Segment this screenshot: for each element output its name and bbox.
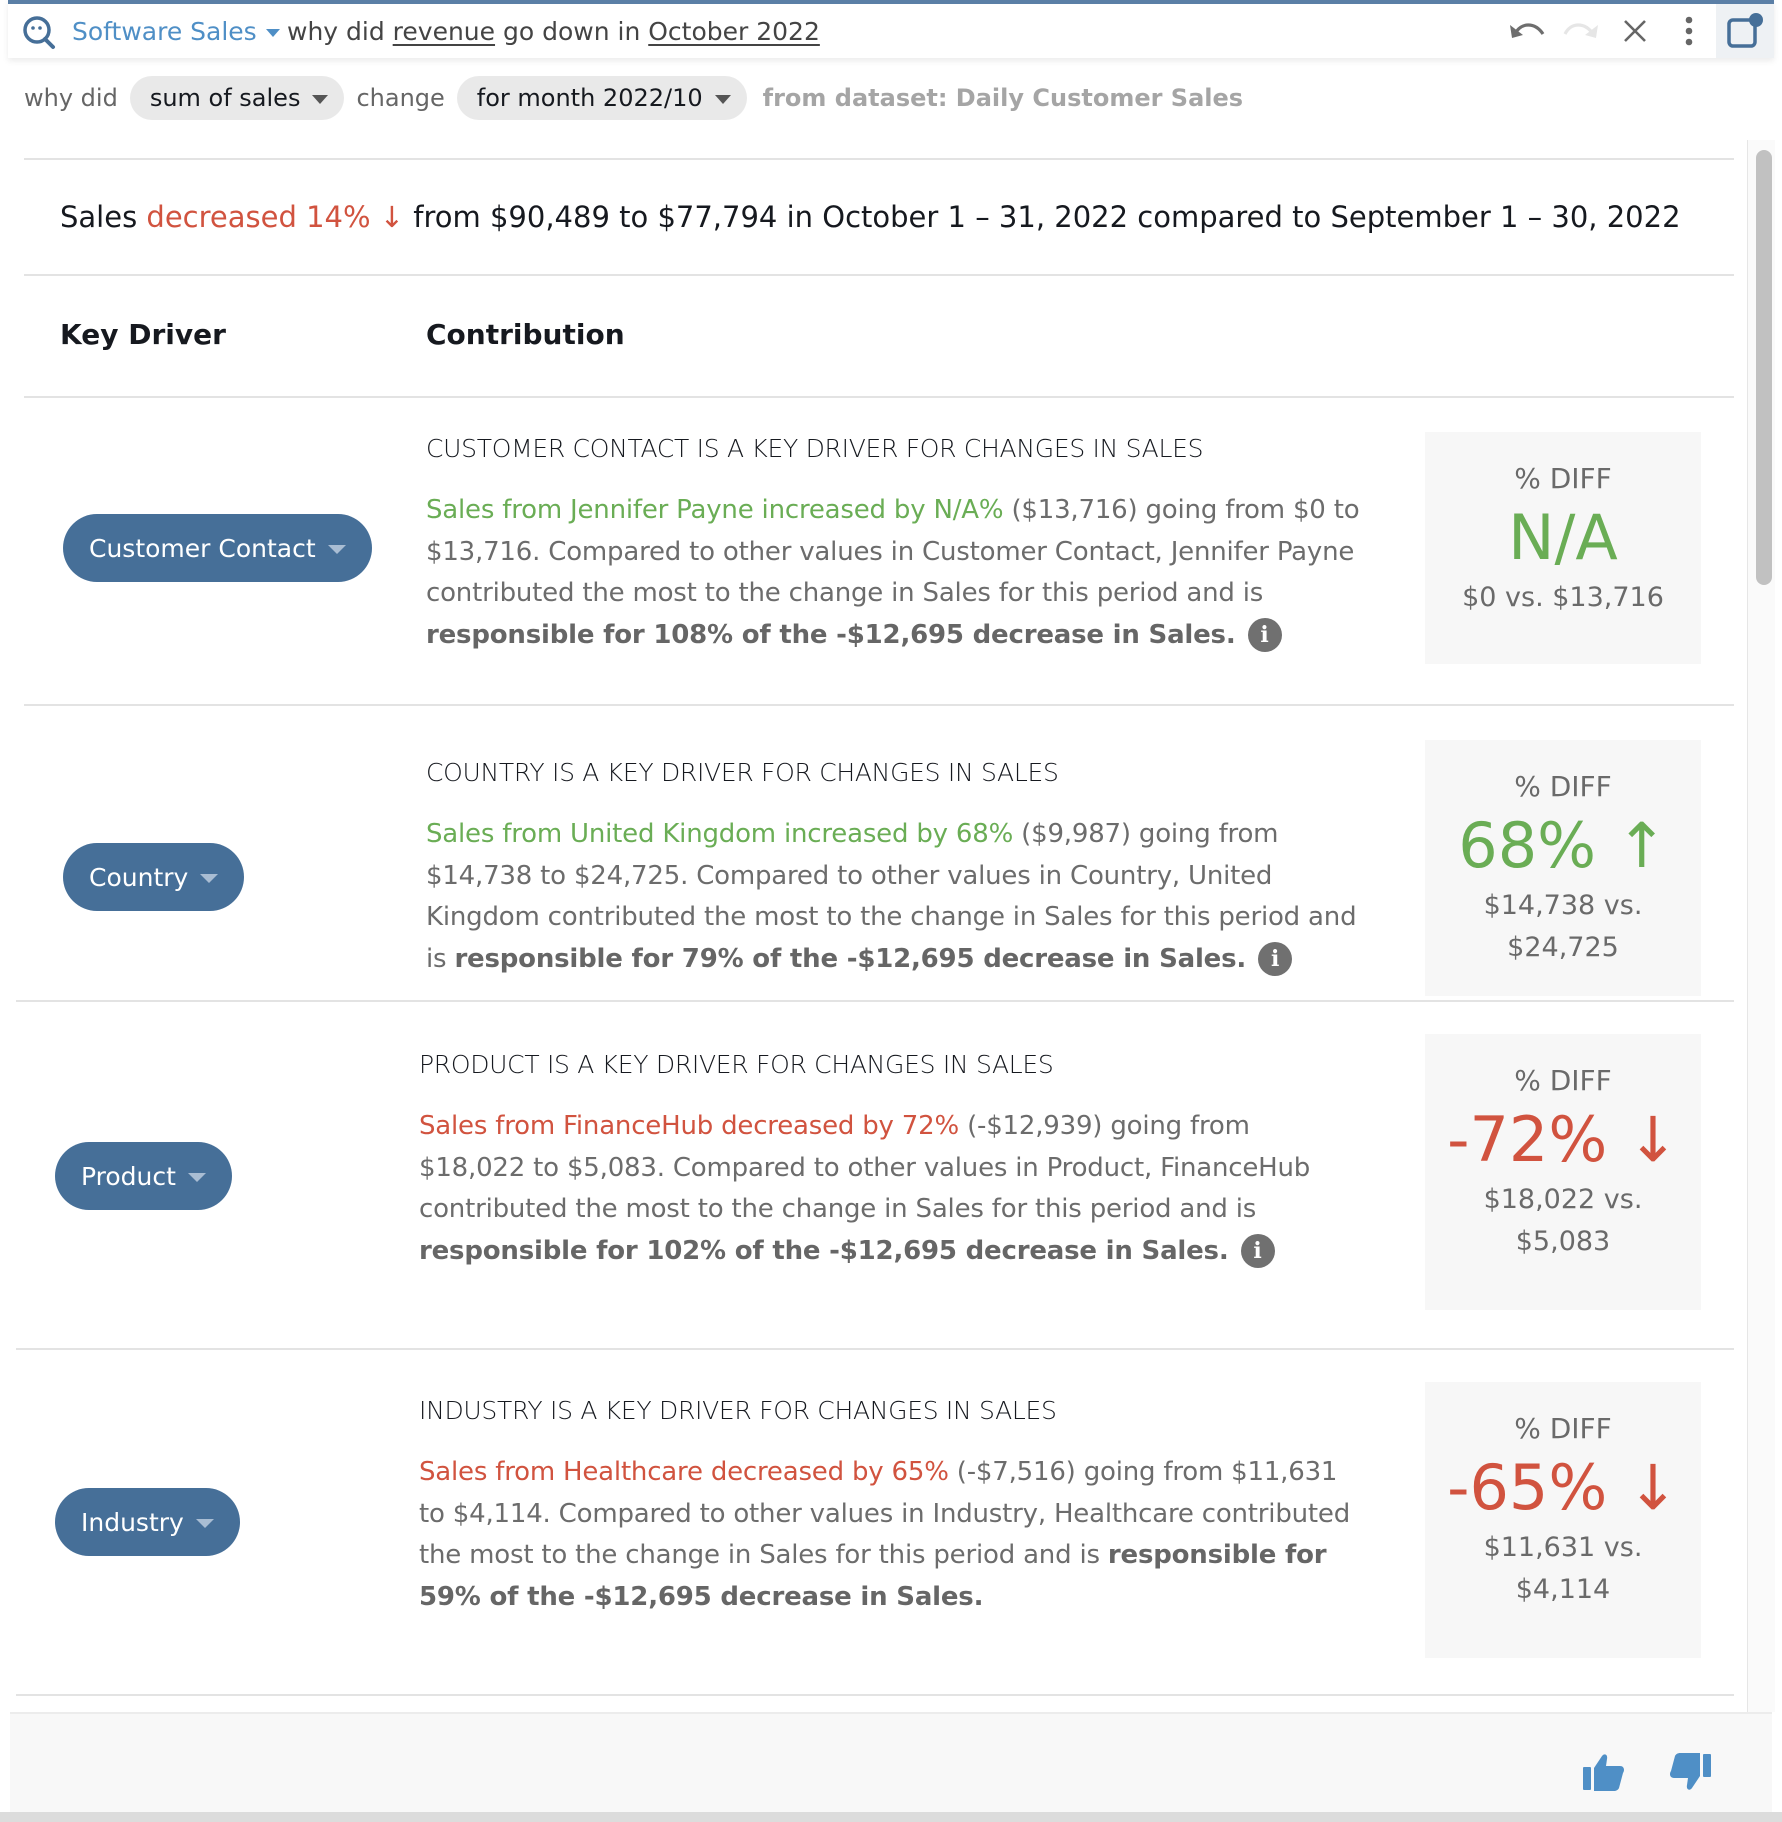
feedback-footer — [10, 1712, 1772, 1812]
diff-card: % DIFF N/A $0 vs. $13,716 — [1425, 432, 1701, 664]
redo-icon — [1563, 23, 1598, 38]
filter-prefix: why did — [24, 84, 118, 112]
diff-value: -72% ↓ — [1447, 1103, 1679, 1176]
divider — [16, 1694, 1734, 1696]
thumbs-down-icon — [1670, 1753, 1711, 1790]
driver-title: CUSTOMER CONTACT IS A KEY DRIVER FOR CHA… — [426, 434, 1204, 463]
question-term-revenue[interactable]: revenue — [393, 17, 495, 46]
period-value: for month 2022/10 — [476, 84, 703, 112]
driver-description: Sales from Healthcare decreased by 65% (… — [419, 1452, 1354, 1618]
summary-sentence: Sales decreased 14% ↓ from $90,489 to $7… — [60, 200, 1681, 234]
diff-value: -65% ↓ — [1447, 1451, 1679, 1524]
driver-highlight: Sales from Healthcare decreased by 65% — [419, 1457, 949, 1487]
driver-pill-customer-contact[interactable]: Customer Contact — [63, 514, 372, 582]
summary-change: decreased 14% ↓ — [146, 200, 405, 234]
thumbs-up-button[interactable] — [1582, 1752, 1626, 1796]
question-text: go down in — [495, 17, 649, 46]
driver-pill-label: Industry — [81, 1507, 184, 1537]
close-button[interactable] — [1608, 4, 1662, 58]
driver-pill-label: Country — [89, 862, 189, 892]
chevron-down-icon — [187, 1173, 206, 1182]
window-bottom-edge — [0, 1812, 1782, 1822]
diff-label: % DIFF — [1514, 770, 1612, 803]
driver-pill-label: Customer Contact — [89, 533, 316, 563]
undo-icon — [1510, 23, 1545, 38]
driver-highlight: Sales from United Kingdom increased by 6… — [426, 819, 1014, 849]
driver-row: Product PRODUCT IS A KEY DRIVER FOR CHAN… — [0, 1002, 1752, 1348]
divider — [24, 274, 1734, 276]
diff-comparison: $0 vs. $13,716 — [1462, 581, 1664, 613]
chevron-down-icon — [265, 28, 280, 37]
divider — [24, 158, 1734, 160]
question-text: why did — [287, 17, 393, 46]
driver-pill-label: Product — [81, 1161, 176, 1191]
driver-row: Customer Contact CUSTOMER CONTACT IS A K… — [0, 398, 1752, 704]
dataset-source: from dataset: Daily Customer Sales — [762, 84, 1244, 112]
driver-title: PRODUCT IS A KEY DRIVER FOR CHANGES IN S… — [419, 1050, 1054, 1079]
dataset-name: Software Sales — [72, 17, 257, 46]
diff-card: % DIFF -65% ↓ $11,631 vs. $4,114 — [1425, 1382, 1701, 1658]
driver-pill-industry[interactable]: Industry — [55, 1488, 240, 1556]
q-search-icon — [23, 16, 55, 49]
thumbs-up-icon — [1583, 1754, 1624, 1791]
driver-title: COUNTRY IS A KEY DRIVER FOR CHANGES IN S… — [426, 758, 1059, 787]
chevron-down-icon — [200, 874, 219, 883]
measure-value: sum of sales — [149, 84, 301, 112]
expand-window-icon — [1727, 13, 1763, 48]
diff-card: % DIFF 68% ↑ $14,738 vs. $24,725 — [1425, 740, 1701, 996]
query-filters: why did sum of sales change for month 20… — [24, 74, 1243, 122]
diff-value: 68% ↑ — [1458, 809, 1668, 882]
filter-middle: change — [356, 84, 445, 112]
info-icon[interactable]: i — [1240, 1234, 1275, 1268]
chevron-down-icon — [312, 94, 329, 104]
period-dropdown[interactable]: for month 2022/10 — [456, 76, 747, 120]
thumbs-down-button[interactable] — [1668, 1752, 1712, 1796]
expand-button[interactable] — [1716, 4, 1774, 58]
driver-responsibility: responsible for 108% of the -$12,695 dec… — [426, 619, 1236, 650]
diff-comparison: $11,631 vs. $4,114 — [1483, 1531, 1643, 1605]
more-vertical-icon — [1685, 16, 1693, 46]
undo-button[interactable] — [1500, 4, 1554, 58]
info-icon[interactable]: i — [1247, 618, 1282, 652]
info-icon[interactable]: i — [1258, 942, 1293, 976]
driver-description: Sales from Jennifer Payne increased by N… — [426, 490, 1361, 656]
more-options-button[interactable] — [1662, 4, 1716, 58]
driver-row: Country COUNTRY IS A KEY DRIVER FOR CHAN… — [0, 706, 1752, 1000]
chevron-down-icon — [195, 1519, 214, 1528]
measure-dropdown[interactable]: sum of sales — [129, 76, 345, 120]
summary-rest: from $90,489 to $77,794 in October 1 – 3… — [404, 200, 1681, 234]
driver-responsibility: responsible for 79% of the -$12,695 decr… — [454, 943, 1247, 974]
driver-highlight: Sales from FinanceHub decreased by 72% — [419, 1111, 959, 1141]
redo-button[interactable] — [1554, 4, 1608, 58]
driver-responsibility: responsible for 102% of the -$12,695 dec… — [419, 1235, 1229, 1266]
driver-row: Industry INDUSTRY IS A KEY DRIVER FOR CH… — [0, 1350, 1752, 1696]
key-drivers-panel: Sales decreased 14% ↓ from $90,489 to $7… — [0, 140, 1752, 1710]
diff-comparison: $18,022 vs. $5,083 — [1483, 1183, 1643, 1257]
column-header-contribution: Contribution — [426, 318, 625, 351]
driver-pill-country[interactable]: Country — [63, 843, 245, 911]
driver-description: Sales from United Kingdom increased by 6… — [426, 814, 1361, 980]
chevron-down-icon — [714, 94, 731, 104]
column-header-key-driver: Key Driver — [60, 318, 226, 351]
driver-highlight: Sales from Jennifer Payne increased by N… — [426, 495, 1004, 525]
diff-label: % DIFF — [1514, 462, 1612, 495]
driver-title: INDUSTRY IS A KEY DRIVER FOR CHANGES IN … — [419, 1396, 1057, 1425]
top-actions — [1500, 4, 1774, 58]
search-bar: Software Sales why did revenue go down i… — [8, 0, 1774, 58]
summary-lead: Sales — [60, 200, 147, 234]
diff-value: N/A — [1508, 501, 1618, 574]
close-icon — [1624, 20, 1646, 42]
question-input[interactable]: why did revenue go down in October 2022 — [287, 17, 820, 46]
driver-pill-product[interactable]: Product — [55, 1142, 232, 1210]
driver-description: Sales from FinanceHub decreased by 72% (… — [419, 1106, 1354, 1272]
scrollbar-thumb[interactable] — [1756, 150, 1772, 585]
dataset-selector[interactable]: Software Sales — [72, 17, 280, 46]
chevron-down-icon — [327, 545, 346, 554]
diff-comparison: $14,738 vs. $24,725 — [1483, 889, 1643, 963]
diff-card: % DIFF -72% ↓ $18,022 vs. $5,083 — [1425, 1034, 1701, 1310]
diff-label: % DIFF — [1514, 1412, 1612, 1445]
diff-label: % DIFF — [1514, 1064, 1612, 1097]
question-term-date[interactable]: October 2022 — [648, 17, 820, 46]
